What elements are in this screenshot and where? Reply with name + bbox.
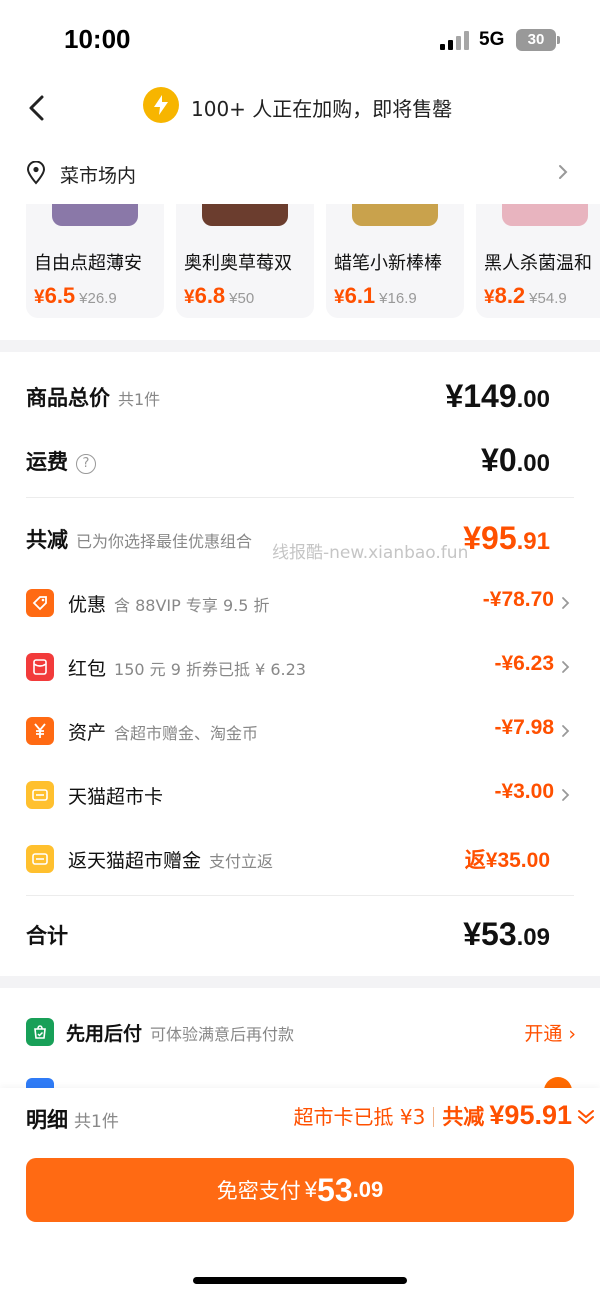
discount-detail: 150 元 9 折券已抵 ¥ 6.23 bbox=[114, 660, 306, 679]
discount-amount: -¥7.98 bbox=[494, 716, 554, 739]
product-name: 蜡笔小新棒棒 bbox=[334, 253, 442, 274]
product-image bbox=[202, 204, 288, 226]
double-chevron-down-icon[interactable] bbox=[576, 1107, 596, 1127]
cellular-signal-icon bbox=[440, 30, 470, 50]
product-card[interactable]: 自由点超薄安 ¥6.5 ¥26.9 bbox=[26, 204, 164, 318]
product-price: ¥6.1 ¥16.9 bbox=[334, 283, 417, 308]
page-title: 100+ 人正在加购，即将售罄 bbox=[191, 97, 453, 121]
total-reduction-amount: ¥95.91 bbox=[463, 520, 550, 556]
product-price: ¥6.8 ¥50 bbox=[184, 283, 255, 308]
red-packet-icon bbox=[26, 653, 54, 681]
yen-coin-icon bbox=[26, 717, 54, 745]
payment-method-icon bbox=[26, 1078, 54, 1088]
total-reduce-amount: ¥95.91 bbox=[489, 1100, 572, 1130]
product-image bbox=[502, 204, 588, 226]
battery-icon: 30 bbox=[516, 29, 560, 51]
product-name: 奥利奥草莓双 bbox=[184, 253, 292, 274]
location-row[interactable]: 菜市场内 bbox=[0, 142, 600, 204]
discount-amount: -¥3.00 bbox=[494, 780, 554, 803]
discount-label: 返天猫超市赠金 bbox=[68, 850, 202, 872]
shopping-bag-check-icon bbox=[26, 1018, 54, 1046]
status-time: 10:00 bbox=[64, 24, 131, 54]
product-price: ¥8.2 ¥54.9 bbox=[484, 283, 567, 308]
order-summary: 商品总价 共1件 ¥149.00 运费? ¥0.00 共减 已为你选择最佳优惠组合 … bbox=[0, 352, 600, 976]
help-icon[interactable]: ? bbox=[76, 454, 96, 474]
discount-label: 资产 bbox=[68, 722, 107, 744]
pay-later-label: 先用后付 bbox=[66, 1023, 143, 1045]
card-used-text: 超市卡已抵 ¥3 bbox=[293, 1105, 426, 1129]
pay-button-label: 免密支付 bbox=[216, 1180, 301, 1203]
back-button[interactable] bbox=[18, 90, 54, 126]
pay-later-card: 先用后付 可体验满意后再付款 开通 › bbox=[0, 988, 600, 1088]
shipping-amount: ¥0.00 bbox=[481, 442, 550, 478]
divider bbox=[26, 497, 574, 498]
pay-later-description: 可体验满意后再付款 bbox=[150, 1025, 295, 1044]
gift-card-icon bbox=[26, 845, 54, 873]
discount-row-red-packet[interactable]: 红包 150 元 9 折券已抵 ¥ 6.23 -¥6.23 bbox=[26, 650, 574, 684]
chevron-right-icon bbox=[562, 725, 570, 737]
grand-total-label: 合计 bbox=[26, 924, 68, 948]
chevron-right-icon bbox=[559, 165, 568, 179]
checkout-bar: 明细 共1件 超市卡已抵 ¥3 共减 ¥95.91 免密支付 ¥53.09 bbox=[0, 1088, 600, 1298]
discount-amount: -¥6.23 bbox=[494, 652, 554, 675]
tag-icon bbox=[26, 589, 54, 617]
selection-badge-icon bbox=[544, 1077, 572, 1088]
product-price: ¥6.5 ¥26.9 bbox=[34, 283, 117, 308]
network-type: 5G bbox=[479, 29, 505, 50]
goods-total-row: 商品总价 共1件 ¥149.00 bbox=[26, 378, 574, 418]
chevron-left-icon bbox=[29, 95, 44, 121]
discount-detail: 支付立返 bbox=[209, 852, 274, 871]
best-combo-note: 已为你选择最佳优惠组合 bbox=[76, 532, 253, 551]
discount-detail: 含 88VIP 专享 9.5 折 bbox=[114, 596, 270, 615]
home-indicator[interactable] bbox=[193, 1277, 407, 1284]
cashback-amount: 返¥35.00 bbox=[464, 849, 550, 872]
discount-label: 天猫超市卡 bbox=[68, 786, 164, 808]
product-card[interactable]: 蜡笔小新棒棒 ¥6.1 ¥16.9 bbox=[326, 204, 464, 318]
product-image bbox=[352, 204, 438, 226]
discount-row-supermarket-card[interactable]: 天猫超市卡 -¥3.00 bbox=[26, 778, 574, 812]
grand-total-row: 合计 ¥53.09 bbox=[26, 916, 574, 956]
bottom-savings-summary[interactable]: 超市卡已抵 ¥3 共减 ¥95.91 bbox=[294, 1100, 573, 1131]
item-count: 共1件 bbox=[118, 390, 161, 409]
goods-total-label: 商品总价 共1件 bbox=[26, 386, 161, 410]
chevron-right-icon bbox=[562, 789, 570, 801]
discount-label: 红包 bbox=[68, 658, 107, 680]
discount-row-promo[interactable]: 优惠含 88VIP 专享 9.5 折 -¥78.70 bbox=[26, 586, 574, 620]
divider bbox=[26, 895, 574, 896]
location-label: 菜市场内 bbox=[60, 165, 137, 187]
pay-amount: 53 bbox=[317, 1171, 353, 1208]
chevron-right-icon bbox=[562, 661, 570, 673]
discount-label: 优惠 bbox=[68, 594, 107, 616]
supermarket-card-icon bbox=[26, 781, 54, 809]
cashback-row: 返天猫超市赠金 支付立返 返¥35.00 bbox=[26, 842, 574, 876]
grand-total-amount: ¥53.09 bbox=[463, 916, 550, 952]
detail-item-count: 共1件 bbox=[74, 1112, 119, 1132]
shipping-row: 运费? ¥0.00 bbox=[26, 442, 574, 482]
product-card[interactable]: 奥利奥草莓双 ¥6.8 ¥50 bbox=[176, 204, 314, 318]
discount-row-assets[interactable]: 资产 含超市赠金、淘金币 -¥7.98 bbox=[26, 714, 574, 748]
total-reduce-label: 共减 bbox=[442, 1105, 485, 1129]
discount-detail: 含超市赠金、淘金币 bbox=[114, 724, 259, 743]
status-bar: 10:00 5G 30 bbox=[0, 0, 600, 78]
shipping-label: 运费? bbox=[26, 446, 96, 476]
total-reduction-label: 共减 已为你选择最佳优惠组合 bbox=[26, 528, 253, 552]
recommended-products: 自由点超薄安 ¥6.5 ¥26.9 奥利奥草莓双 ¥6.8 ¥50 蜡笔小新棒棒 ¥… bbox=[0, 204, 600, 340]
product-card[interactable]: 黑人杀菌温和 ¥8.2 ¥54.9 bbox=[476, 204, 600, 318]
product-name: 黑人杀菌温和 bbox=[484, 253, 592, 274]
goods-total-amount: ¥149.00 bbox=[445, 378, 550, 414]
location-pin-icon bbox=[26, 161, 46, 185]
chevron-right-icon bbox=[562, 597, 570, 609]
pay-button[interactable]: 免密支付 ¥53.09 bbox=[26, 1158, 574, 1222]
discount-amount: -¥78.70 bbox=[482, 588, 554, 611]
total-reduction-row: 共减 已为你选择最佳优惠组合 ¥95.91 bbox=[26, 520, 574, 560]
nav-bar: 100+ 人正在加购，即将售罄 bbox=[0, 78, 600, 142]
product-image bbox=[52, 204, 138, 226]
lightning-icon bbox=[143, 87, 179, 123]
product-name: 自由点超薄安 bbox=[34, 253, 142, 274]
activate-pay-later-button[interactable]: 开通 › bbox=[524, 1019, 576, 1046]
detail-toggle[interactable]: 明细 共1件 bbox=[26, 1104, 119, 1134]
